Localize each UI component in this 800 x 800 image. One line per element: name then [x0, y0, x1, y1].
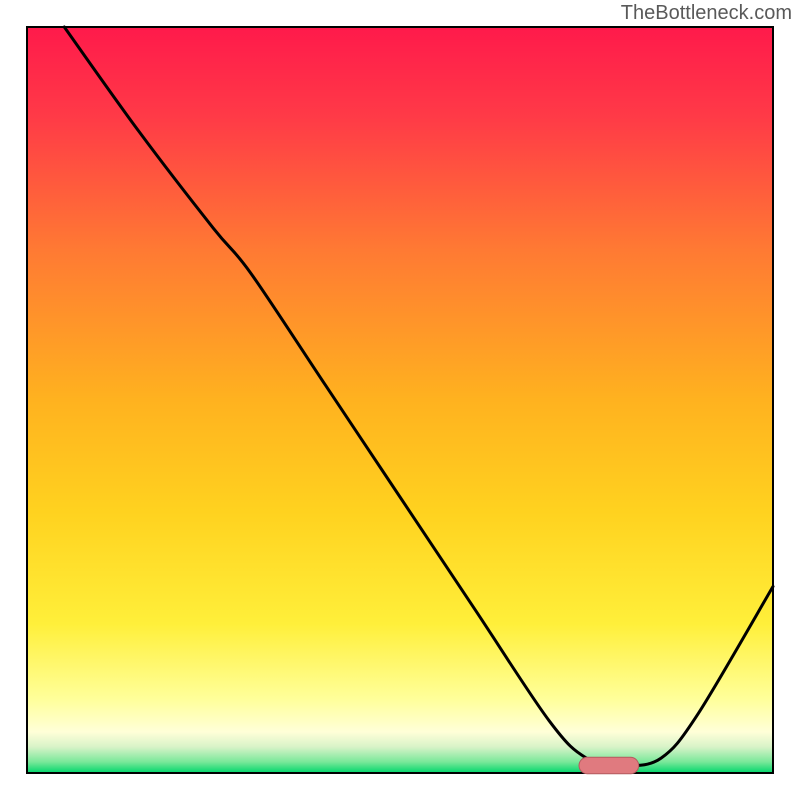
- chart-svg: [0, 0, 800, 800]
- plot-background: [27, 27, 773, 773]
- optimal-marker: [579, 757, 639, 773]
- attribution-text: TheBottleneck.com: [621, 2, 792, 25]
- chart-container: { "attribution": "TheBottleneck.com", "c…: [0, 0, 800, 800]
